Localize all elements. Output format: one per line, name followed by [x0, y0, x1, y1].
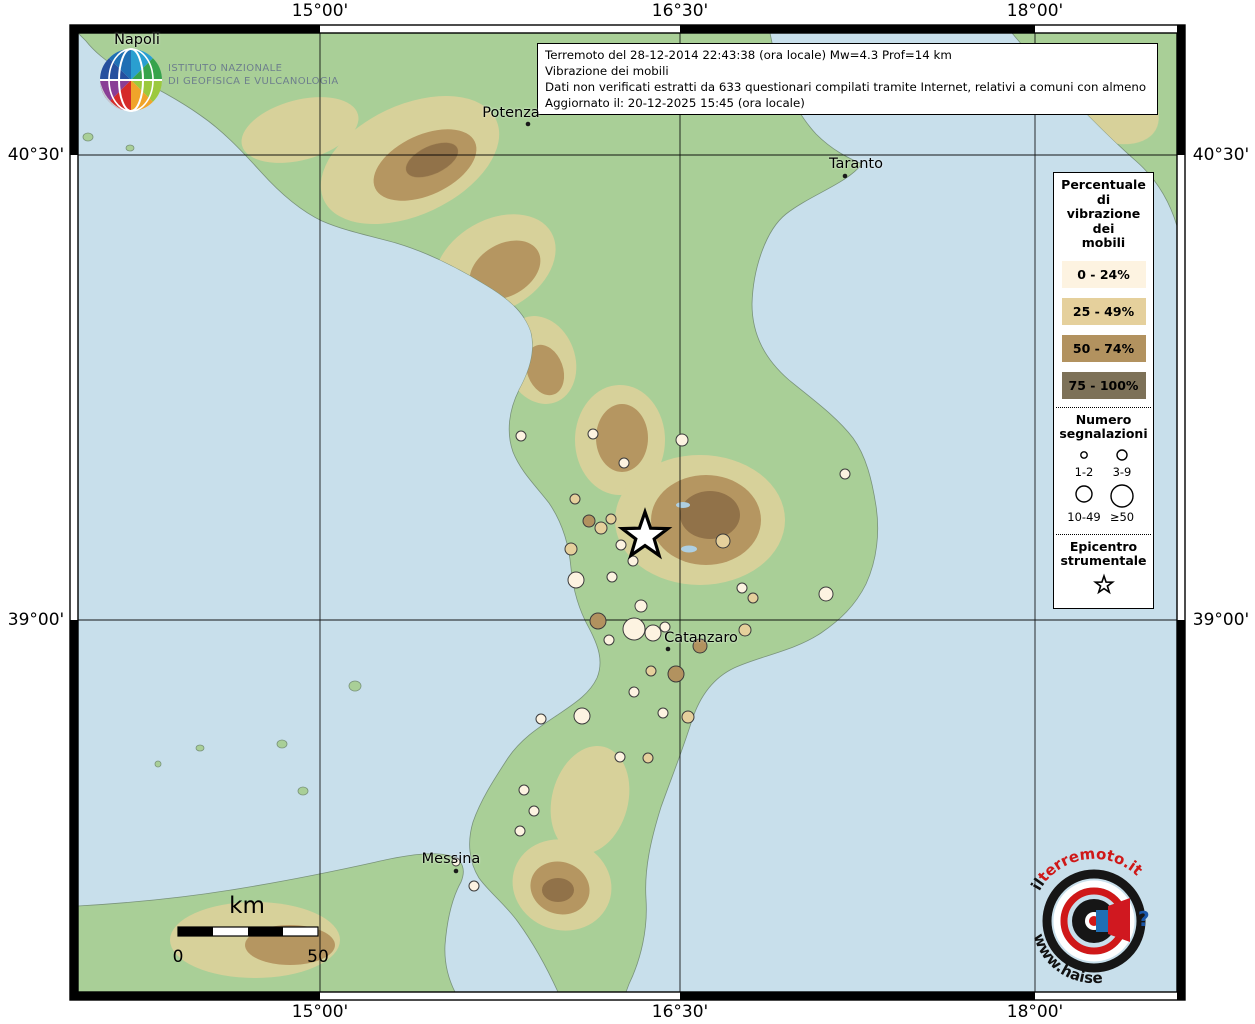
- info-line-effect: Vibrazione dei mobili: [545, 63, 1150, 79]
- lat-label-left-2: 39°00': [8, 610, 64, 630]
- city-label-taranto: Taranto: [829, 156, 883, 172]
- lat-label-right-2: 39°00': [1193, 610, 1249, 630]
- count-label-1: 1-2: [1075, 465, 1094, 479]
- legend-count-title: Numero segnalazioni: [1054, 413, 1153, 442]
- scalebar-unit: km: [229, 893, 265, 919]
- city-label-napoli: Napoli: [114, 32, 160, 48]
- legend-panel: Percentuale di vibrazione dei mobili 0 -…: [1053, 172, 1154, 609]
- info-line-source: Dati non verificati estratti da 633 ques…: [545, 79, 1150, 95]
- ingv-name: ISTITUTO NAZIONALE DI GEOFISICA E VULCAN…: [168, 62, 339, 88]
- info-line-event: Terremoto del 28-12-2014 22:43:38 (ora l…: [545, 47, 1150, 63]
- overlay: 15°00' 16°30' 18°00' 15°00' 16°30' 18°00…: [0, 0, 1255, 1024]
- count-label-4: ≥50: [1110, 510, 1134, 524]
- city-label-potenza: Potenza: [482, 105, 539, 121]
- city-label-catanzaro: Catanzaro: [664, 630, 738, 646]
- legend-swatch-75-100: 75 - 100%: [1062, 372, 1146, 399]
- lon-label-bottom-3: 18°00': [1007, 1002, 1063, 1022]
- ingv-name-line1: ISTITUTO NAZIONALE: [168, 62, 339, 75]
- legend-title: Percentuale di vibrazione dei mobili: [1054, 178, 1153, 251]
- count-label-3: 10-49: [1067, 510, 1100, 524]
- lat-label-left-1: 40°30': [8, 145, 64, 165]
- legend-divider: [1056, 534, 1151, 535]
- legend-epicenter-title: Epicentro strumentale: [1054, 540, 1153, 569]
- lon-label-top-2: 16°30': [652, 1, 708, 21]
- lon-label-top-3: 18°00': [1007, 1, 1063, 21]
- lat-label-right-1: 40°30': [1193, 145, 1249, 165]
- legend-swatch-0-24: 0 - 24%: [1062, 261, 1146, 288]
- info-line-updated: Aggiornato il: 20-12-2025 15:45 (ora loc…: [545, 95, 1150, 111]
- seismic-intensity-map-page: ? ilterremoto.it www.haisentito: [0, 0, 1255, 1024]
- lon-label-bottom-1: 15°00': [292, 1002, 348, 1022]
- legend-divider: [1056, 407, 1151, 408]
- legend-swatch-25-49: 25 - 49%: [1062, 298, 1146, 325]
- scalebar-start: 0: [173, 947, 184, 967]
- earthquake-info-box: Terremoto del 28-12-2014 22:43:38 (ora l…: [537, 43, 1158, 115]
- legend-count-symbols: 1-2 3-9 10-49 ≥50: [1056, 442, 1151, 526]
- count-label-2: 3-9: [1113, 465, 1132, 479]
- legend-swatch-50-74: 50 - 74%: [1062, 335, 1146, 362]
- scalebar-end: 50: [307, 947, 329, 967]
- city-label-messina: Messina: [422, 851, 481, 867]
- lon-label-bottom-2: 16°30': [652, 1002, 708, 1022]
- ingv-name-line2: DI GEOFISICA E VULCANOLOGIA: [168, 75, 339, 88]
- lon-label-top-1: 15°00': [292, 1, 348, 21]
- legend-epicenter-star: [1089, 569, 1119, 599]
